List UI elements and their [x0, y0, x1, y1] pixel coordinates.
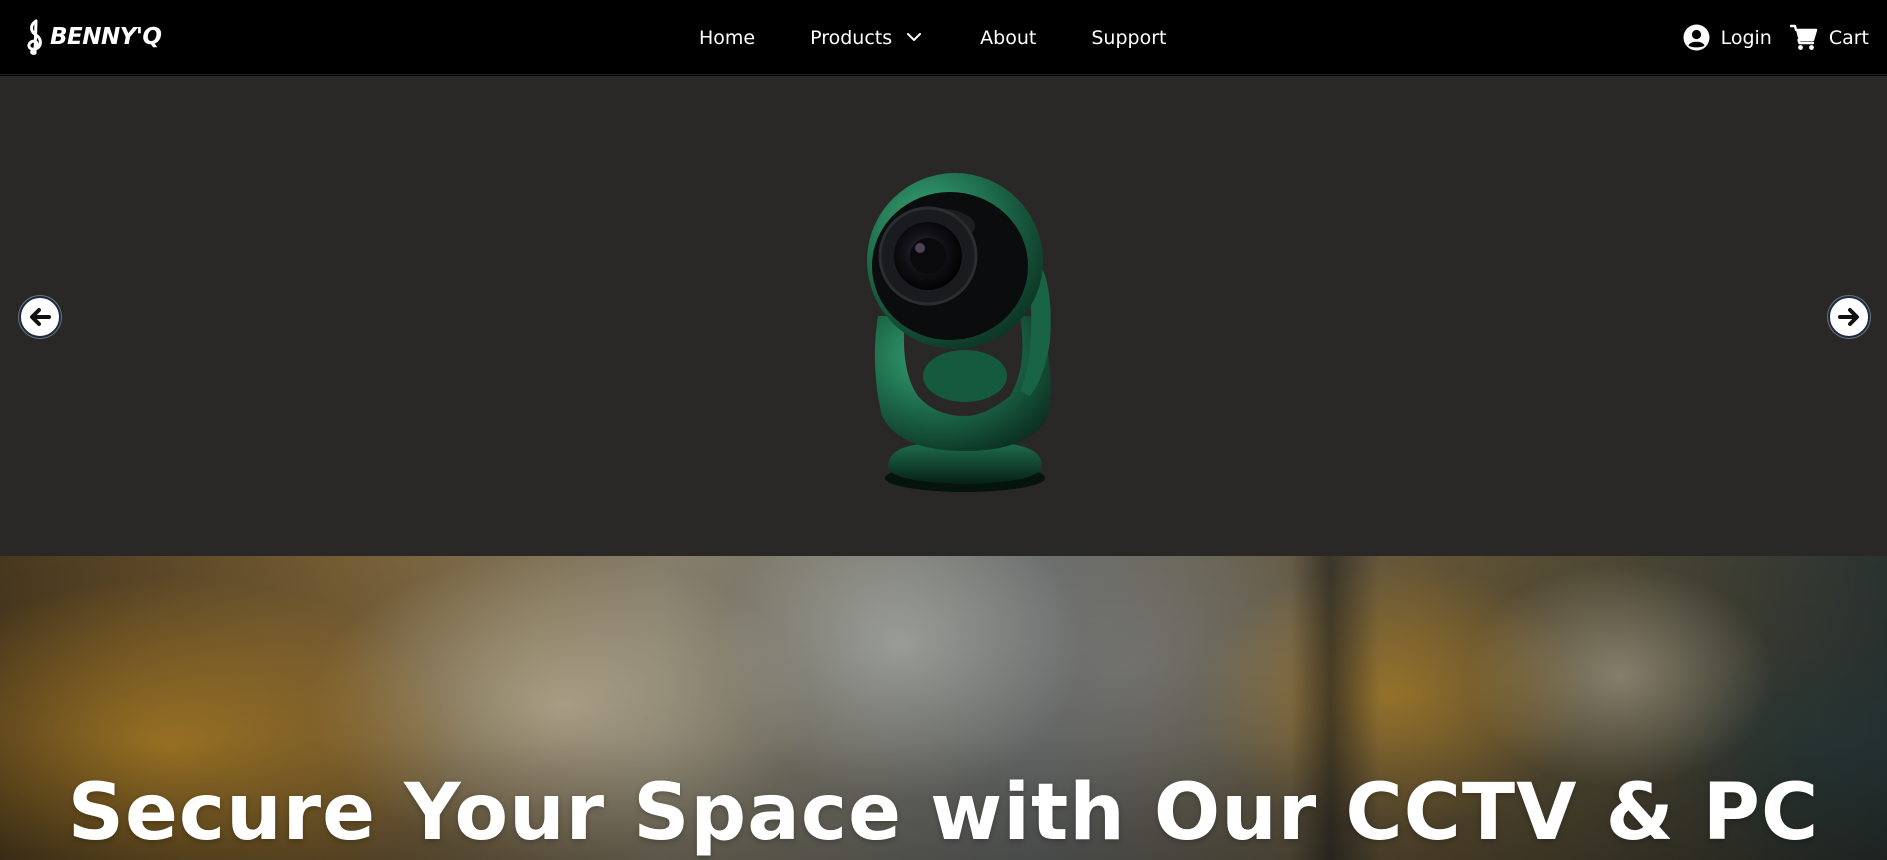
slider-next-button[interactable]	[1828, 296, 1870, 338]
nav-link-about[interactable]: About	[980, 27, 1036, 49]
hero-slider	[0, 76, 1887, 556]
arrow-left-icon	[30, 308, 51, 326]
account-actions: Login Cart	[1683, 0, 1869, 75]
brand-logo[interactable]: BENNY'Q	[24, 18, 162, 56]
navbar: BENNY'Q Home Products About Support Logi…	[0, 0, 1887, 75]
nav-link-home[interactable]: Home	[699, 27, 755, 49]
hero-banner: Secure Your Space with Our CCTV & PC	[0, 556, 1887, 860]
treble-clef-icon	[27, 19, 42, 55]
slider-prev-button[interactable]	[19, 296, 61, 338]
arrow-right-icon	[1838, 308, 1859, 326]
user-circle-icon	[1683, 24, 1710, 51]
nav-link-products-label: Products	[810, 26, 893, 49]
nav-link-support[interactable]: Support	[1091, 27, 1166, 49]
security-camera-image	[867, 173, 1051, 492]
banner-title: Secure Your Space with Our CCTV & PC	[67, 768, 1820, 858]
nav-link-products[interactable]: Products	[810, 26, 922, 49]
chevron-down-icon	[907, 33, 922, 41]
cart-label: Cart	[1828, 26, 1869, 49]
login-label: Login	[1720, 26, 1772, 49]
main-navigation: Home Products About Support	[699, 0, 1166, 75]
cart-button[interactable]: Cart	[1789, 24, 1869, 51]
brand-name: BENNY'Q	[50, 24, 162, 50]
cart-icon	[1789, 24, 1818, 50]
login-button[interactable]: Login	[1683, 24, 1772, 51]
